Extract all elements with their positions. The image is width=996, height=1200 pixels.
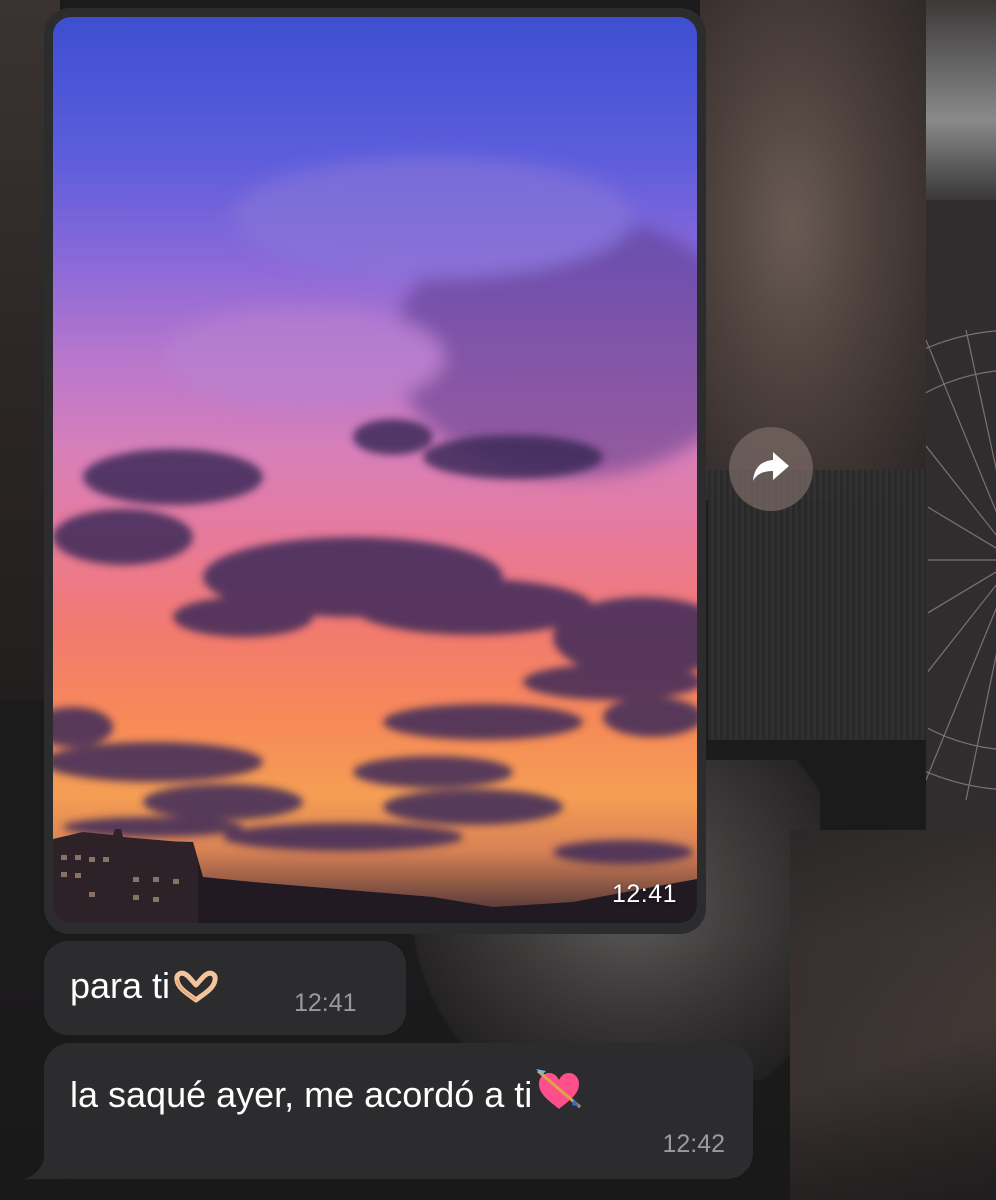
text-message-bubble[interactable]: la saqué ayer, me acordó a ti 12:42 — [44, 1043, 753, 1179]
message-text: la saqué ayer, me acordó a ti — [70, 1074, 533, 1115]
message-timestamp: 12:41 — [294, 989, 357, 1017]
heart-hands-icon — [172, 970, 220, 1013]
message-text-row: la saqué ayer, me acordó a ti — [70, 1067, 584, 1122]
bubble-tail — [24, 1150, 64, 1179]
message-timestamp: 12:42 — [662, 1130, 725, 1158]
message-text: para ti — [70, 965, 171, 1006]
forward-arrow-icon — [751, 450, 791, 489]
sunset-photo[interactable]: 12:41 — [53, 17, 697, 923]
text-message-bubble[interactable]: para ti 12:41 — [44, 941, 406, 1035]
message-text-row: para ti — [70, 965, 220, 1013]
forward-button[interactable] — [729, 427, 813, 511]
image-message-bubble[interactable]: 12:41 — [44, 8, 706, 934]
message-timestamp: 12:41 — [611, 880, 677, 908]
heart-with-arrow-icon — [534, 1067, 584, 1122]
